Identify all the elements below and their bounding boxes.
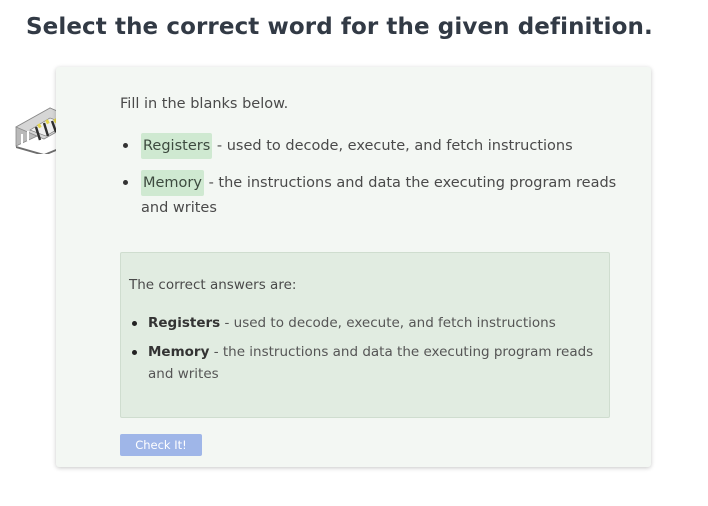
instructions-text: Fill in the blanks below. xyxy=(120,96,289,112)
correct-answers-box: The correct answers are: Registers - use… xyxy=(120,252,610,418)
page: Select the correct word for the given de… xyxy=(0,0,708,506)
blank-definition: - the instructions and data the executin… xyxy=(141,175,617,216)
answer-chip-memory[interactable]: Memory xyxy=(141,170,204,196)
check-it-button[interactable]: Check It! xyxy=(120,434,202,456)
correct-answers-list: Registers - used to decode, execute, and… xyxy=(129,312,599,392)
answer-definition: - the instructions and data the executin… xyxy=(148,344,594,382)
blank-item: Memory - the instructions and data the e… xyxy=(120,170,620,220)
answer-term: Registers xyxy=(148,315,221,331)
blank-item: Registers - used to decode, execute, and… xyxy=(120,133,620,159)
correct-answers-title: The correct answers are: xyxy=(129,277,297,293)
answer-definition: - used to decode, execute, and fetch ins… xyxy=(224,315,556,331)
activity-card: Fill in the blanks below. Registers - us… xyxy=(56,67,651,467)
list-item: Registers - used to decode, execute, and… xyxy=(129,312,599,334)
page-title: Select the correct word for the given de… xyxy=(26,14,653,40)
fill-in-blanks-list: Registers - used to decode, execute, and… xyxy=(120,133,620,231)
answer-term: Memory xyxy=(148,344,210,360)
list-item: Memory - the instructions and data the e… xyxy=(129,341,599,385)
blank-definition: - used to decode, execute, and fetch ins… xyxy=(216,138,573,154)
answer-chip-registers[interactable]: Registers xyxy=(141,133,213,159)
